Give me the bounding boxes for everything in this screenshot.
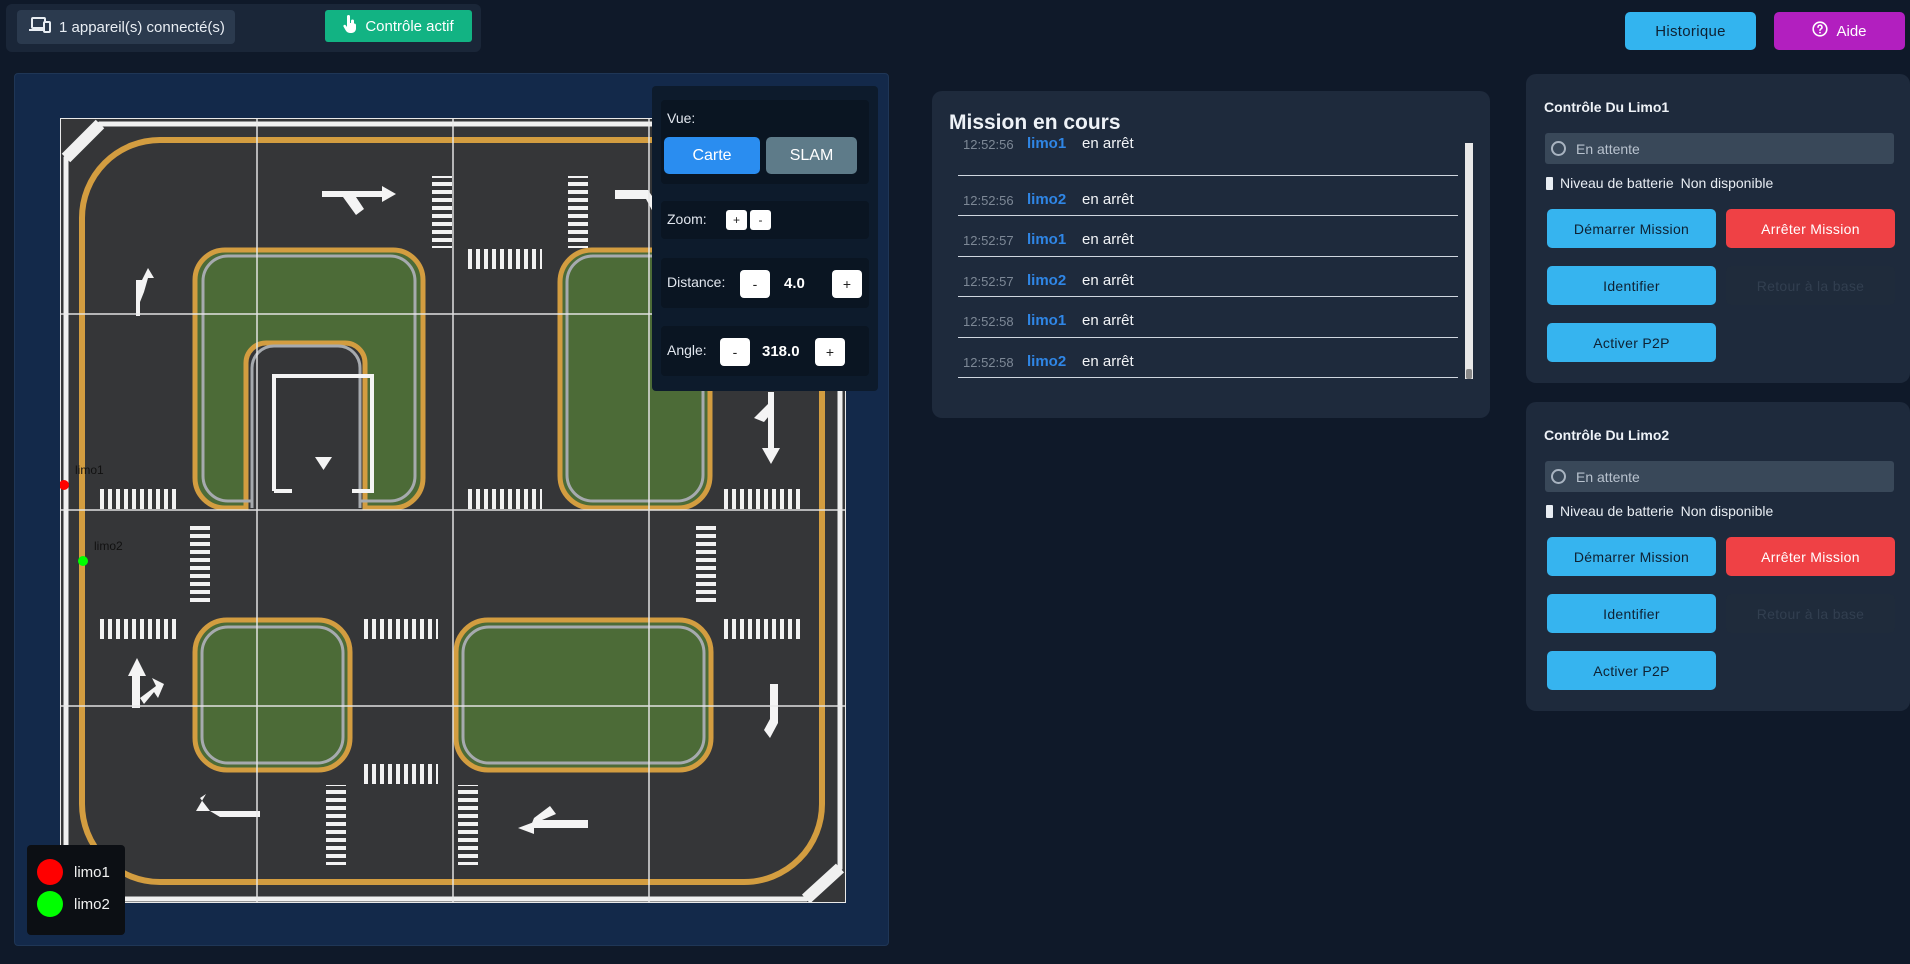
status-circle-icon	[1551, 469, 1566, 484]
limo1-battery: Niveau de batterie Non disponible	[1546, 175, 1773, 191]
log-device: limo1	[1027, 231, 1067, 248]
limo1-control-card: Contrôle Du Limo1 En attente Niveau de b…	[1526, 74, 1910, 383]
hand-pointer-icon	[343, 15, 357, 37]
log-time: 12:52:56	[963, 137, 1014, 152]
log-time: 12:52:58	[963, 354, 1014, 370]
history-button[interactable]: Historique	[1625, 12, 1756, 50]
help-label: Aide	[1836, 22, 1867, 40]
robot-marker-limo2[interactable]	[78, 556, 88, 566]
limo2-return-base-button[interactable]: Retour à la base	[1726, 594, 1895, 633]
log-status: en arrêt	[1082, 190, 1134, 208]
mission-title: Mission en cours	[949, 111, 1121, 134]
angle-value: 318.0	[762, 343, 800, 360]
limo1-activate-p2p-button[interactable]: Activer P2P	[1547, 323, 1716, 362]
view-mode-box: Vue: Carte SLAM	[661, 100, 869, 184]
legend-label-limo1: limo1	[74, 863, 110, 881]
zoom-label: Zoom:	[667, 211, 707, 227]
log-status: en arrêt	[1082, 271, 1134, 289]
view-label: Vue:	[667, 110, 696, 126]
zoom-box: Zoom: + -	[661, 201, 869, 239]
devices-icon	[29, 17, 51, 37]
angle-label: Angle:	[667, 342, 707, 358]
limo2-control-title: Contrôle Du Limo2	[1544, 427, 1670, 443]
view-controls: Vue: Carte SLAM Zoom: + - Distance: - 4.…	[652, 86, 878, 391]
help-button[interactable]: Aide	[1774, 12, 1905, 50]
control-active-label: Contrôle actif	[365, 17, 454, 35]
angle-box: Angle: - 318.0 +	[661, 326, 869, 376]
battery-icon	[1546, 176, 1553, 190]
limo2-activate-p2p-button[interactable]: Activer P2P	[1547, 651, 1716, 690]
battery-icon	[1546, 504, 1553, 518]
legend-color-limo2	[37, 891, 63, 917]
limo2-stop-mission-button[interactable]: Arrêter Mission	[1726, 537, 1895, 576]
log-status: en arrêt	[1082, 135, 1134, 152]
legend-item-limo1: limo1	[37, 859, 110, 885]
help-circle-icon	[1812, 21, 1829, 41]
status-circle-icon	[1551, 141, 1566, 156]
limo2-control-card: Contrôle Du Limo2 En attente Niveau de b…	[1526, 402, 1910, 711]
log-row: 12:52:57 limo1 en arrêt	[958, 216, 1458, 257]
log-time: 12:52:57	[963, 273, 1014, 289]
log-time: 12:52:56	[963, 192, 1014, 208]
devices-label: 1 appareil(s) connecté(s)	[59, 18, 225, 36]
limo1-start-mission-button[interactable]: Démarrer Mission	[1547, 209, 1716, 248]
limo1-status-text: En attente	[1576, 140, 1640, 157]
distance-increase-button[interactable]: +	[832, 270, 862, 298]
log-row: 12:52:57 limo2 en arrêt	[958, 257, 1458, 297]
limo2-identify-button[interactable]: Identifier	[1547, 594, 1716, 633]
connected-devices-badge[interactable]: 1 appareil(s) connecté(s)	[17, 10, 235, 44]
robot-label-limo2: limo2	[94, 539, 123, 553]
log-device: limo1	[1027, 135, 1067, 152]
view-slam-button[interactable]: SLAM	[766, 137, 857, 174]
limo1-return-base-button[interactable]: Retour à la base	[1726, 266, 1895, 305]
zoom-in-button[interactable]: +	[726, 210, 747, 230]
battery-label: Niveau de batterie	[1560, 503, 1674, 519]
battery-value: Non disponible	[1680, 175, 1774, 191]
scrollbar-thumb[interactable]	[1466, 369, 1472, 379]
log-device: limo2	[1027, 271, 1067, 289]
limo2-status-text: En attente	[1576, 468, 1640, 485]
legend-label-limo2: limo2	[74, 895, 110, 913]
mission-log[interactable]: 12:52:56 limo1 en arrêt 12:52:56 limo2 e…	[958, 135, 1458, 378]
distance-box: Distance: - 4.0 +	[661, 258, 869, 308]
log-row: 12:52:56 limo2 en arrêt	[958, 176, 1458, 216]
angle-increase-button[interactable]: +	[815, 338, 845, 366]
robot-label-limo1: limo1	[75, 463, 104, 477]
log-time: 12:52:58	[963, 314, 1014, 329]
mission-panel: Mission en cours 12:52:56 limo1 en arrêt…	[932, 91, 1490, 418]
log-row: 12:52:58 limo1 en arrêt	[958, 297, 1458, 338]
distance-value: 4.0	[784, 275, 805, 292]
distance-decrease-button[interactable]: -	[740, 270, 770, 298]
limo1-stop-mission-button[interactable]: Arrêter Mission	[1726, 209, 1895, 248]
view-carte-button[interactable]: Carte	[664, 137, 760, 174]
map-legend: limo1 limo2	[27, 845, 125, 935]
log-row: 12:52:56 limo1 en arrêt	[958, 135, 1458, 176]
legend-item-limo2: limo2	[37, 891, 110, 917]
limo2-start-mission-button[interactable]: Démarrer Mission	[1547, 537, 1716, 576]
limo1-status-field: En attente	[1545, 133, 1894, 164]
log-device: limo1	[1027, 312, 1067, 329]
limo1-control-title: Contrôle Du Limo1	[1544, 99, 1670, 115]
map-panel: limo1 limo2 Vue: Carte SLAM Zoom: + - Di…	[14, 73, 889, 946]
log-status: en arrêt	[1082, 231, 1134, 248]
log-status: en arrêt	[1082, 352, 1134, 370]
limo2-status-field: En attente	[1545, 461, 1894, 492]
limo2-battery: Niveau de batterie Non disponible	[1546, 503, 1773, 519]
connection-bar: 1 appareil(s) connecté(s) Contrôle actif	[6, 4, 481, 52]
angle-decrease-button[interactable]: -	[720, 338, 750, 366]
zoom-out-button[interactable]: -	[750, 210, 771, 230]
log-device: limo2	[1027, 190, 1067, 208]
log-device: limo2	[1027, 352, 1067, 370]
distance-label: Distance:	[667, 274, 726, 290]
log-status: en arrêt	[1082, 312, 1134, 329]
control-active-button[interactable]: Contrôle actif	[325, 10, 472, 42]
legend-color-limo1	[37, 859, 63, 885]
log-time: 12:52:57	[963, 233, 1014, 248]
log-row: 12:52:58 limo2 en arrêt	[958, 338, 1458, 378]
battery-label: Niveau de batterie	[1560, 175, 1674, 191]
mission-log-scrollbar[interactable]	[1465, 143, 1473, 379]
limo1-identify-button[interactable]: Identifier	[1547, 266, 1716, 305]
battery-value: Non disponible	[1680, 503, 1774, 519]
